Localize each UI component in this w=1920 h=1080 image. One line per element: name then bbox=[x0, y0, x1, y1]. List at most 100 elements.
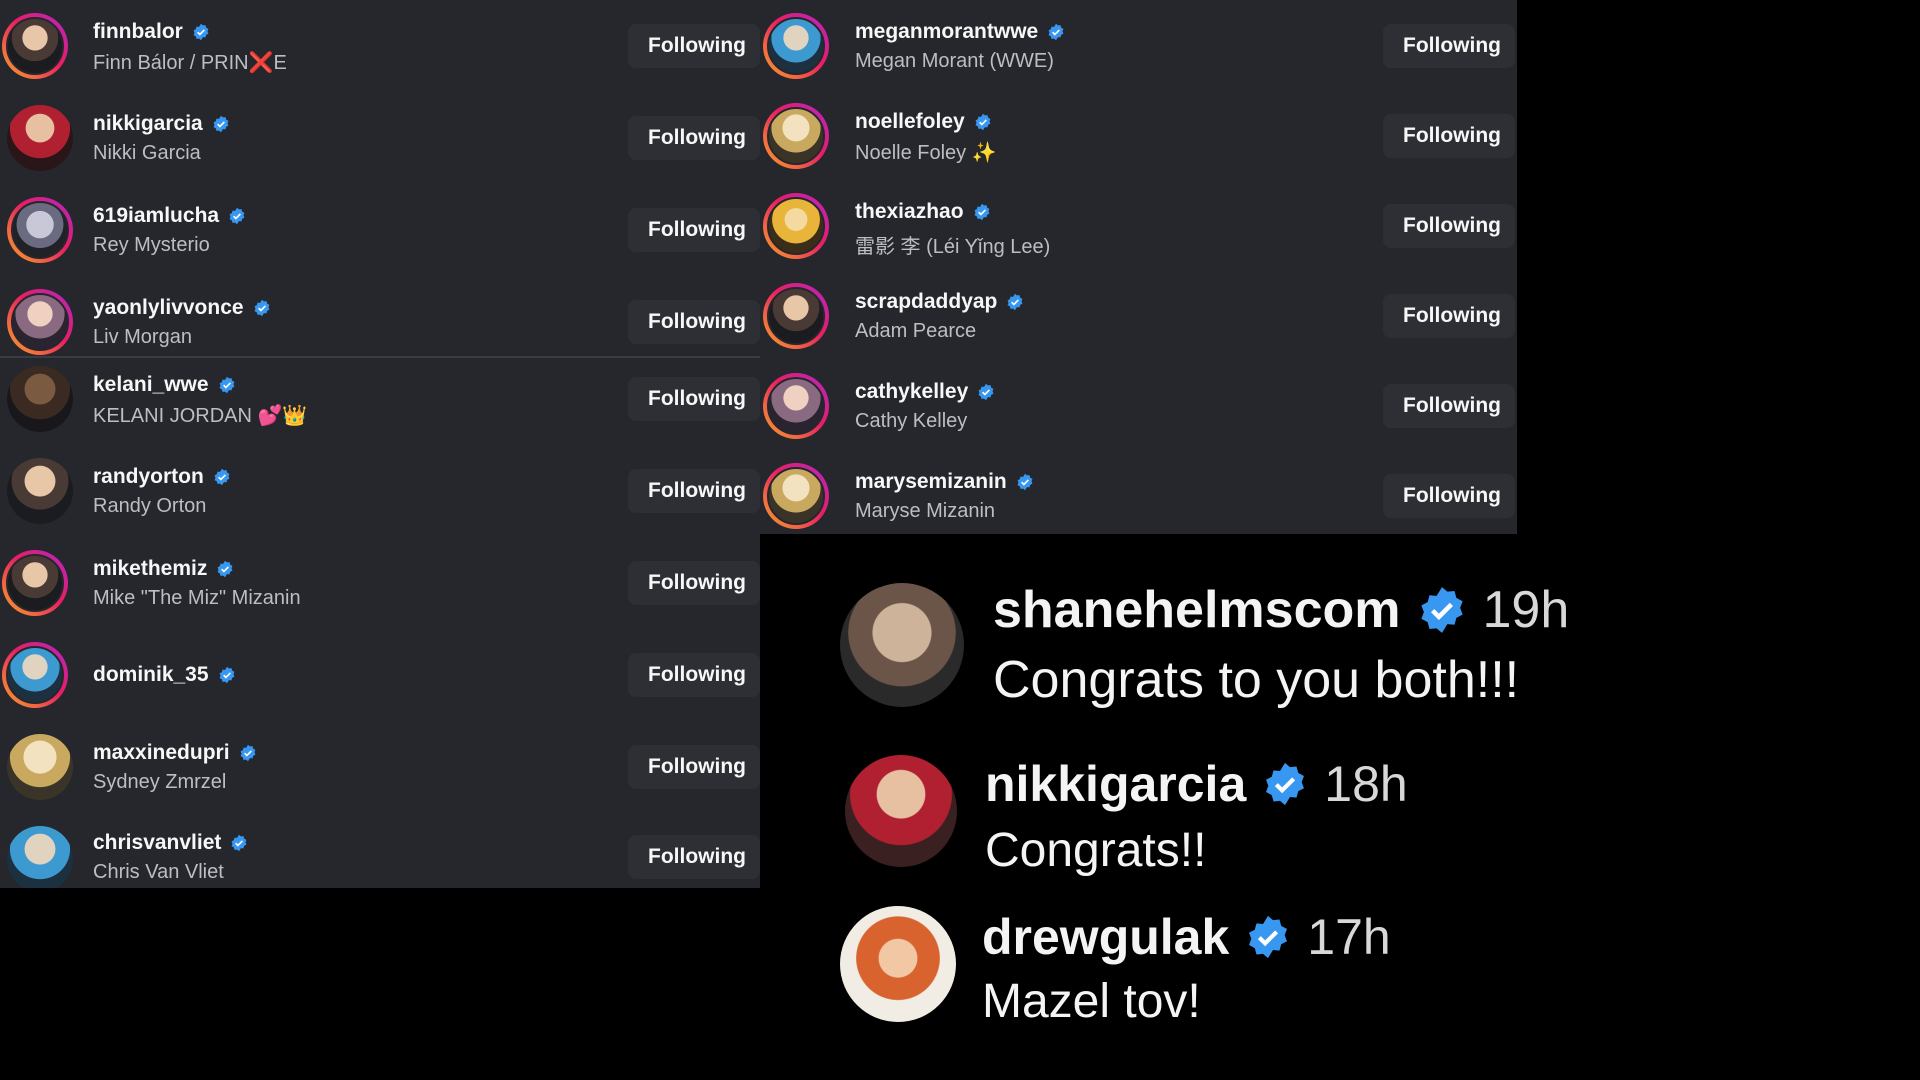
list-item[interactable]: noellefoley Noelle Foley ✨ Following bbox=[760, 90, 1517, 182]
full-name: Maryse Mizanin bbox=[855, 500, 996, 522]
username[interactable]: randyorton bbox=[93, 465, 204, 489]
avatar[interactable] bbox=[840, 906, 956, 1022]
list-item[interactable]: randyorton Randy Orton Following bbox=[0, 445, 760, 537]
list-item[interactable]: cathykelley Cathy Kelley Following bbox=[760, 360, 1517, 452]
avatar[interactable] bbox=[7, 105, 73, 171]
comment-text: Mazel tov! bbox=[982, 975, 1201, 1028]
avatar[interactable] bbox=[763, 13, 829, 79]
full-name: Liv Morgan bbox=[93, 326, 192, 348]
full-name: Chris Van Vliet bbox=[93, 861, 224, 883]
list-item[interactable]: nikkigarcia Nikki Garcia Following bbox=[0, 92, 760, 184]
avatar[interactable] bbox=[763, 463, 829, 529]
username[interactable]: cathykelley bbox=[855, 380, 968, 404]
avatar[interactable] bbox=[763, 373, 829, 439]
following-button[interactable]: Following bbox=[1383, 204, 1515, 248]
following-button[interactable]: Following bbox=[1383, 294, 1515, 338]
list-item[interactable]: kelani_wwe KELANI JORDAN 💕👑 Following bbox=[0, 353, 760, 445]
list-item[interactable]: marysemizanin Maryse Mizanin Following bbox=[760, 450, 1517, 534]
full-name: Sydney Zmrzel bbox=[93, 771, 227, 793]
following-button[interactable]: Following bbox=[628, 300, 760, 344]
verified-badge-icon bbox=[228, 207, 246, 225]
username[interactable]: kelani_wwe bbox=[93, 373, 209, 397]
verified-badge-icon bbox=[1006, 293, 1024, 311]
verified-badge-icon bbox=[253, 299, 271, 317]
following-button[interactable]: Following bbox=[1383, 24, 1515, 68]
avatar[interactable] bbox=[7, 197, 73, 263]
username[interactable]: finnbalor bbox=[93, 20, 183, 44]
verified-badge-icon bbox=[218, 666, 236, 684]
avatar[interactable] bbox=[2, 550, 68, 616]
following-button[interactable]: Following bbox=[1383, 114, 1515, 158]
verified-badge-icon bbox=[1016, 473, 1034, 491]
full-name: Megan Morant (WWE) bbox=[855, 50, 1054, 72]
list-item[interactable]: 619iamlucha Rey Mysterio Following bbox=[0, 184, 760, 276]
full-name: Noelle Foley ✨ bbox=[855, 142, 997, 164]
full-name: Finn Bálor / PRIN❌E bbox=[93, 52, 287, 74]
comment-username[interactable]: drewgulak bbox=[982, 908, 1229, 966]
list-item[interactable]: meganmorantwwe Megan Morant (WWE) Follow… bbox=[760, 0, 1517, 92]
full-name: Mike "The Miz" Mizanin bbox=[93, 587, 301, 609]
username[interactable]: maxxinedupri bbox=[93, 741, 230, 765]
list-item[interactable]: dominik_35 Following bbox=[0, 629, 760, 721]
comment-timestamp: 17h bbox=[1307, 909, 1391, 965]
following-button[interactable]: Following bbox=[628, 377, 760, 421]
comment-username[interactable]: nikkigarcia bbox=[985, 755, 1246, 813]
username[interactable]: marysemizanin bbox=[855, 470, 1007, 494]
following-button[interactable]: Following bbox=[628, 208, 760, 252]
following-button[interactable]: Following bbox=[628, 116, 760, 160]
verified-badge-icon bbox=[1245, 914, 1291, 960]
avatar[interactable] bbox=[2, 642, 68, 708]
full-name: Nikki Garcia bbox=[93, 142, 201, 164]
list-item[interactable]: finnbalor Finn Bálor / PRIN❌E Following bbox=[0, 0, 760, 92]
avatar[interactable] bbox=[7, 734, 73, 800]
avatar[interactable] bbox=[7, 458, 73, 524]
verified-badge-icon bbox=[230, 834, 248, 852]
following-button[interactable]: Following bbox=[628, 561, 760, 605]
username[interactable]: nikkigarcia bbox=[93, 112, 203, 136]
avatar[interactable] bbox=[763, 283, 829, 349]
verified-badge-icon bbox=[212, 115, 230, 133]
following-button[interactable]: Following bbox=[628, 653, 760, 697]
avatar[interactable] bbox=[840, 583, 964, 707]
avatar[interactable] bbox=[7, 366, 73, 432]
username[interactable]: 619iamlucha bbox=[93, 204, 219, 228]
list-item[interactable]: thexiazhao 雷影 李 (Léi Yǐng Lee) Following bbox=[760, 180, 1517, 272]
comment-timestamp: 18h bbox=[1324, 756, 1408, 812]
verified-badge-icon bbox=[213, 468, 231, 486]
comment-timestamp: 19h bbox=[1482, 581, 1570, 639]
comment-text: Congrats!! bbox=[985, 824, 1207, 877]
username[interactable]: meganmorantwwe bbox=[855, 20, 1038, 44]
verified-badge-icon bbox=[977, 383, 995, 401]
following-list-right: meganmorantwwe Megan Morant (WWE) Follow… bbox=[760, 0, 1517, 534]
username[interactable]: scrapdaddyap bbox=[855, 290, 997, 314]
following-button[interactable]: Following bbox=[628, 745, 760, 789]
username[interactable]: chrisvanvliet bbox=[93, 831, 221, 855]
full-name: 雷影 李 (Léi Yǐng Lee) bbox=[855, 236, 1051, 258]
avatar[interactable] bbox=[7, 826, 73, 888]
list-item[interactable]: chrisvanvliet Chris Van Vliet Following bbox=[0, 813, 760, 888]
comment-username[interactable]: shanehelmscom bbox=[993, 580, 1401, 640]
list-item[interactable]: mikethemiz Mike "The Miz" Mizanin Follow… bbox=[0, 537, 760, 629]
following-button[interactable]: Following bbox=[628, 469, 760, 513]
avatar[interactable] bbox=[763, 193, 829, 259]
avatar[interactable] bbox=[7, 289, 73, 355]
following-button[interactable]: Following bbox=[1383, 384, 1515, 428]
following-button[interactable]: Following bbox=[628, 24, 760, 68]
verified-badge-icon bbox=[1047, 23, 1065, 41]
list-item[interactable]: scrapdaddyap Adam Pearce Following bbox=[760, 270, 1517, 362]
username[interactable]: thexiazhao bbox=[855, 200, 964, 224]
comment-text: Congrats to you both!!! bbox=[993, 651, 1520, 709]
avatar[interactable] bbox=[763, 103, 829, 169]
full-name: Randy Orton bbox=[93, 495, 207, 517]
username[interactable]: noellefoley bbox=[855, 110, 965, 134]
following-button[interactable]: Following bbox=[1383, 474, 1515, 518]
username[interactable]: dominik_35 bbox=[93, 663, 209, 687]
username[interactable]: mikethemiz bbox=[93, 557, 207, 581]
list-item[interactable]: maxxinedupri Sydney Zmrzel Following bbox=[0, 721, 760, 813]
avatar[interactable] bbox=[2, 13, 68, 79]
verified-badge-icon bbox=[216, 560, 234, 578]
following-button[interactable]: Following bbox=[628, 835, 760, 879]
avatar[interactable] bbox=[845, 755, 957, 867]
username[interactable]: yaonlylivvonce bbox=[93, 296, 244, 320]
full-name: Cathy Kelley bbox=[855, 410, 968, 432]
